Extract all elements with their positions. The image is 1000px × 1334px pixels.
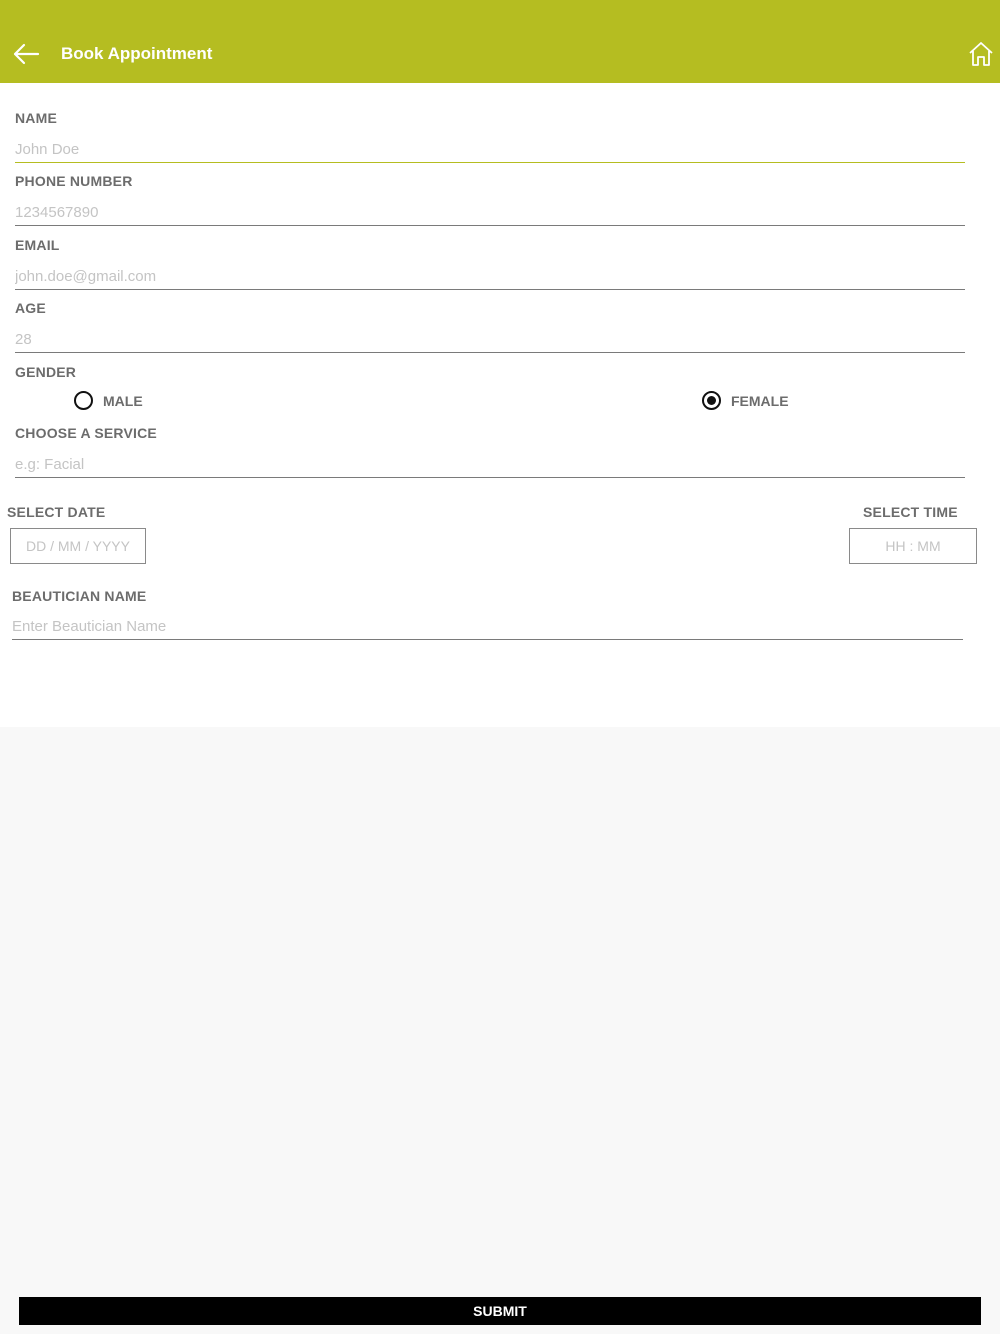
phone-label: PHONE NUMBER bbox=[15, 173, 133, 189]
service-input[interactable] bbox=[15, 452, 965, 478]
page-title: Book Appointment bbox=[61, 44, 213, 63]
gender-male-radio[interactable]: MALE bbox=[74, 391, 143, 410]
age-label: AGE bbox=[15, 300, 46, 316]
app-header: Book Appointment bbox=[0, 0, 1000, 83]
radio-checked-icon bbox=[702, 391, 721, 410]
home-icon[interactable] bbox=[967, 40, 995, 68]
age-input[interactable] bbox=[15, 327, 965, 353]
beautician-label: BEAUTICIAN NAME bbox=[12, 588, 147, 604]
submit-button[interactable]: SUBMIT bbox=[19, 1297, 981, 1325]
female-label: FEMALE bbox=[731, 392, 789, 409]
beautician-input[interactable] bbox=[12, 614, 963, 640]
email-input[interactable] bbox=[15, 264, 965, 290]
appointment-form: NAME PHONE NUMBER EMAIL AGE GENDER MALE … bbox=[0, 83, 1000, 727]
phone-input[interactable] bbox=[15, 200, 965, 226]
arrow-left-icon[interactable] bbox=[10, 40, 42, 68]
time-input[interactable] bbox=[849, 528, 977, 564]
gender-female-radio[interactable]: FEMALE bbox=[702, 391, 789, 410]
date-label: SELECT DATE bbox=[7, 504, 106, 520]
name-input[interactable] bbox=[15, 137, 965, 163]
male-label: MALE bbox=[103, 392, 143, 409]
name-label: NAME bbox=[15, 110, 58, 126]
gender-label: GENDER bbox=[15, 364, 77, 380]
time-label: SELECT TIME bbox=[863, 504, 958, 520]
radio-unchecked-icon bbox=[74, 391, 93, 410]
service-label: CHOOSE A SERVICE bbox=[15, 425, 157, 441]
email-label: EMAIL bbox=[15, 237, 60, 253]
date-input[interactable] bbox=[10, 528, 146, 564]
